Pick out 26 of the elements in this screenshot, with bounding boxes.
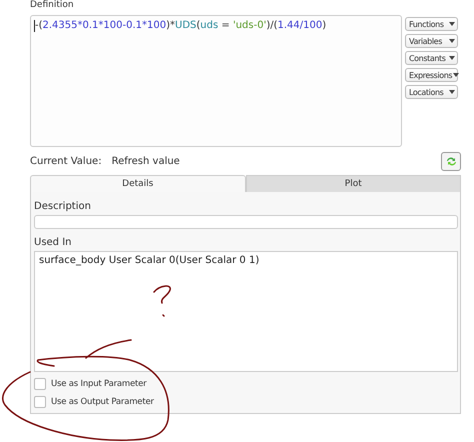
tab[interactable]: Details [30, 175, 246, 192]
dropdown-button[interactable]: Constants [405, 51, 458, 65]
checkbox-label: Use as Input Parameter [51, 378, 146, 388]
checkbox[interactable] [34, 378, 46, 390]
used-in-label: Used In [34, 237, 72, 249]
dropdown-button[interactable]: Functions [405, 17, 458, 31]
refresh-button[interactable] [441, 152, 461, 170]
caret-icon [453, 73, 460, 77]
description-label: Description [34, 201, 92, 213]
caret-icon [449, 22, 455, 26]
refresh-icon [446, 156, 456, 166]
caret-icon [449, 90, 455, 94]
definition-field[interactable]: -(2.4355*0.1*100-0.1*100)*UDS(uds = 'uds-0')/(1.44/100) [30, 15, 402, 147]
dropdown-button[interactable]: Variables [405, 34, 458, 48]
caret-icon [449, 56, 455, 60]
checkbox[interactable] [34, 396, 46, 408]
checkbox-label: Use as Output Parameter [51, 396, 154, 406]
tab[interactable]: Plot [246, 175, 461, 192]
current-value: Refresh value [112, 156, 181, 166]
dropdown-button[interactable]: Locations [405, 85, 458, 99]
description-field[interactable] [34, 215, 458, 229]
dropdown-button[interactable]: Expressions [405, 68, 458, 82]
used-in-field[interactable]: surface_body User Scalar 0(User Scalar 0 1) [34, 251, 458, 372]
caret-icon [449, 39, 455, 43]
current-value-label: Current Value: [30, 156, 102, 166]
definition-label: Definition [30, 0, 75, 12]
